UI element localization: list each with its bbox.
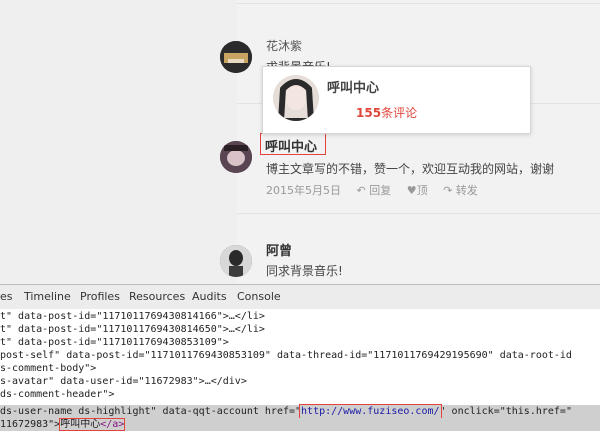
href-url[interactable]: http://www.fuziseo.com/ [299, 404, 442, 419]
user-photo[interactable] [273, 75, 319, 121]
dom-line[interactable]: t" data-post-id="1171011769430814166">…<… [0, 310, 265, 323]
dom-line[interactable]: post-self" data-post-id="117101176943085… [0, 349, 572, 362]
divider [237, 3, 600, 4]
card-user-name[interactable]: 呼叫中心 [327, 77, 379, 96]
dom-line-selected[interactable]: ds-user-name ds-highlight" data-qqt-acco… [0, 404, 600, 419]
avatar-image-icon [220, 41, 252, 73]
like-button[interactable]: ♥顶 [407, 182, 428, 198]
user-hover-card: 呼叫中心 155条评论 [262, 66, 531, 134]
avatar-image-icon [220, 245, 252, 277]
avatar[interactable] [220, 245, 252, 277]
link-text-highlight[interactable]: 呼叫中心</a> [59, 418, 126, 431]
avatar[interactable] [220, 41, 252, 73]
comment-meta: 2015年5月5日 ↶ 回复 ♥顶 ↷ 转发 [266, 182, 490, 198]
user-photo-icon [273, 75, 319, 121]
tab-elements[interactable]: es [0, 290, 13, 303]
comment-page: 花沐紫 求背景音乐! 呼叫中心 博主文章写的不错，赞一个，欢迎互动我的网站，谢谢… [0, 0, 600, 284]
dom-line[interactable]: ds-comment-header"> [0, 388, 114, 401]
avatar[interactable] [220, 141, 252, 173]
reply-icon: ↶ [356, 184, 366, 197]
share-button[interactable]: ↷ 转发 [443, 182, 478, 198]
dom-line[interactable]: s-avatar" data-user-id="11672983">…</div… [0, 375, 247, 388]
dom-line[interactable]: s-comment-body"> [0, 362, 96, 375]
tab-timeline[interactable]: Timeline [24, 290, 71, 303]
dom-line-selected[interactable]: 11672983">呼叫中心</a> [0, 418, 600, 431]
commenter-name[interactable]: 阿曾 [266, 240, 292, 259]
heart-icon: ♥ [406, 184, 417, 197]
dom-line[interactable]: t" data-post-id="1171011769430814650">…<… [0, 323, 265, 336]
elements-panel: t" data-post-id="1171011769430814166">…<… [0, 309, 600, 447]
tab-resources[interactable]: Resources [129, 290, 185, 303]
commenter-name[interactable]: 呼叫中心 [265, 136, 317, 155]
tab-profiles[interactable]: Profiles [80, 290, 120, 303]
devtools-toolbar: es Timeline Profiles Resources Audits Co… [0, 284, 600, 310]
comment-text: 同求背景音乐! [266, 264, 343, 278]
divider [237, 213, 600, 214]
tab-console[interactable]: Console [237, 290, 281, 303]
comment-date: 2015年5月5日 [266, 184, 341, 197]
tab-audits[interactable]: Audits [192, 290, 227, 303]
avatar-image-icon [220, 141, 252, 173]
reply-button[interactable]: ↶ 回复 [357, 182, 392, 198]
dom-line[interactable]: t" data-post-id="1171011769430853109"> [0, 336, 229, 349]
share-icon: ↷ [443, 184, 453, 197]
commenter-name[interactable]: 花沐紫 [266, 37, 302, 54]
comment-text: 博主文章写的不错，赞一个，欢迎互动我的网站，谢谢 [266, 162, 555, 176]
left-band [0, 0, 237, 284]
comment-count: 155条评论 [356, 106, 418, 120]
